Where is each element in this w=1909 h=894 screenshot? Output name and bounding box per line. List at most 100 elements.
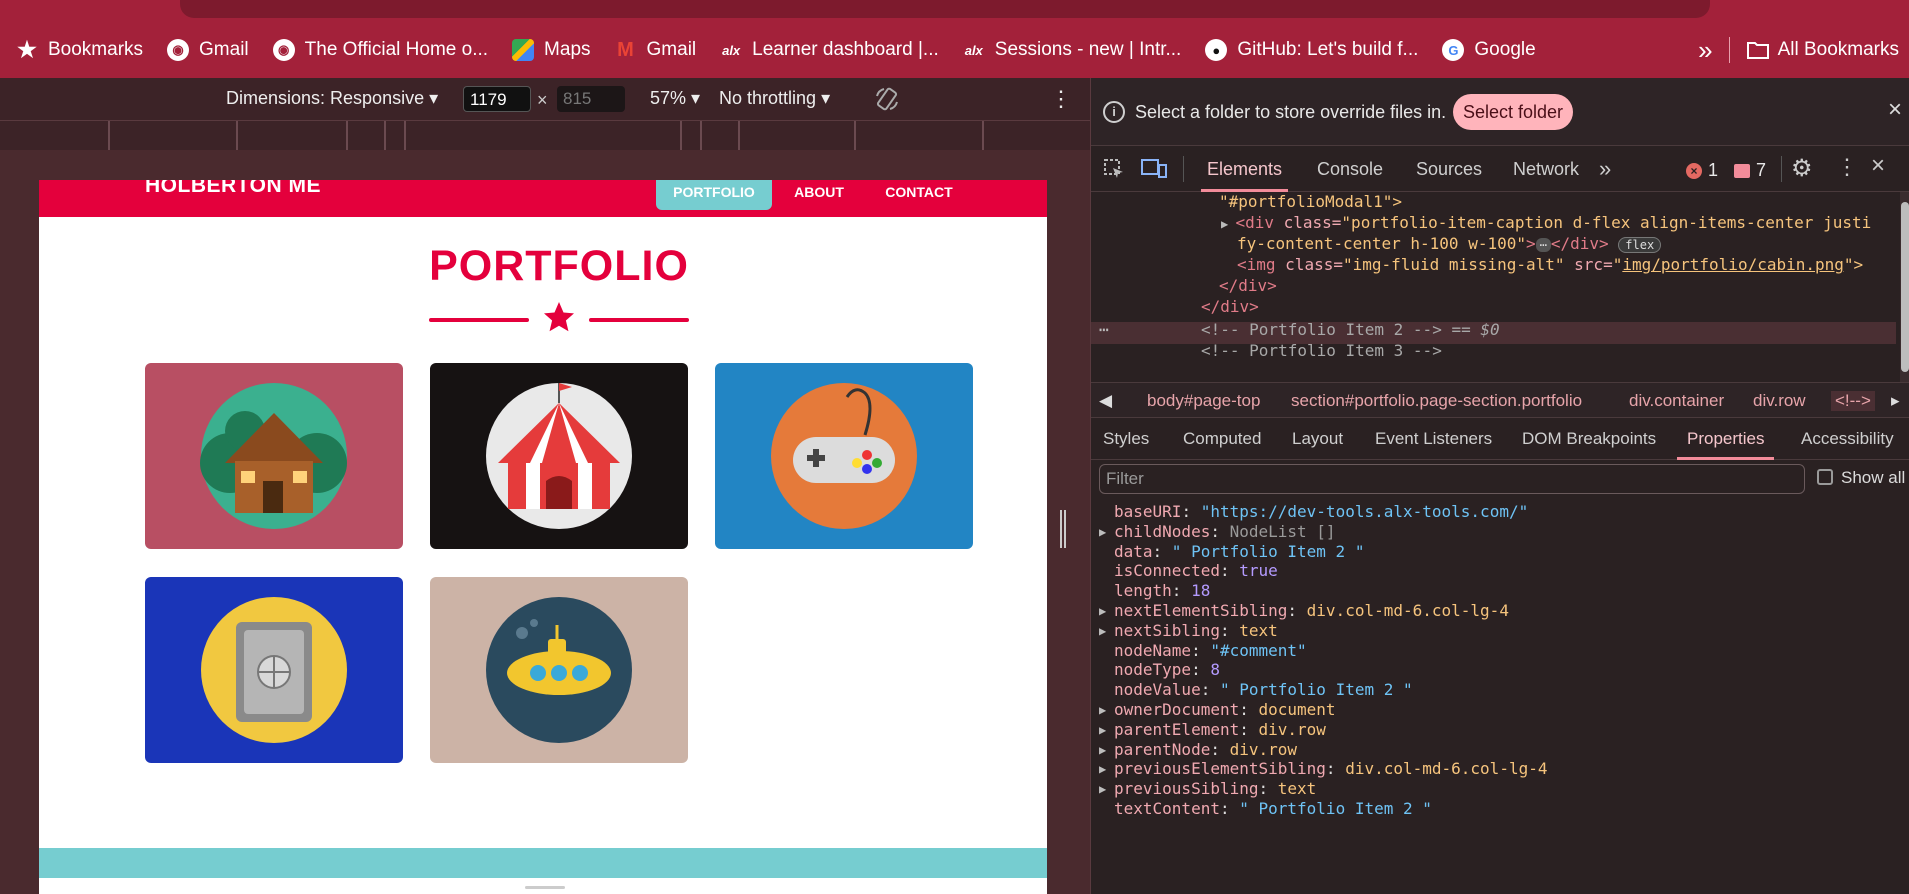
bookmark-official-home[interactable]: ◉ The Official Home o... <box>261 22 500 78</box>
close-icon[interactable]: × <box>1888 96 1902 124</box>
property-colon: : <box>1171 581 1192 601</box>
dom-line-more-icon[interactable]: ⋯ <box>1099 320 1109 339</box>
portfolio-item-game[interactable] <box>715 363 973 549</box>
tab-sources[interactable]: Sources <box>1416 146 1482 192</box>
devtools-more-options-icon[interactable]: ⋮ <box>1836 154 1858 180</box>
dom-line[interactable]: fy-content-center h-100 w-100"> ⋯ </div> f… <box>1237 234 1662 253</box>
breadcrumb-item[interactable]: body#page-top <box>1147 391 1260 411</box>
dom-line[interactable]: ▶ <div class="portfolio-item-caption d-f… <box>1221 213 1871 232</box>
zoom-dropdown[interactable]: 57% ▾ <box>650 88 700 109</box>
expand-triangle-icon[interactable]: ▶ <box>1099 743 1106 757</box>
devtools-panel: i Select a folder to store override file… <box>1090 78 1909 894</box>
github-icon: ● <box>1205 39 1228 61</box>
viewport-width-resize-handle[interactable] <box>1060 510 1066 548</box>
scrollbar-thumb[interactable] <box>1901 202 1909 372</box>
dom-line[interactable]: <img class="img-fluid missing-alt" src="… <box>1237 255 1863 274</box>
error-counter[interactable]: × 1 <box>1686 160 1718 181</box>
properties-filter-input[interactable]: Filter <box>1099 464 1805 494</box>
inspect-element-icon[interactable] <box>1103 158 1125 180</box>
expand-triangle-icon[interactable]: ▶ <box>1099 782 1106 796</box>
ellipsis-badge[interactable]: ⋯ <box>1535 238 1551 252</box>
bookmark-learner-dashboard[interactable]: alx Learner dashboard |... <box>708 22 951 78</box>
device-toggle-icon[interactable] <box>1141 158 1167 180</box>
tab-styles[interactable]: Styles <box>1103 418 1149 460</box>
property-key: nodeType <box>1114 660 1192 680</box>
site-brand[interactable]: HOLBERTON ME <box>145 180 321 198</box>
dom-line[interactable]: <!-- Portfolio Item 3 --> <box>1201 341 1442 360</box>
expand-triangle-icon[interactable]: ▶ <box>1099 624 1106 638</box>
bookmark-google[interactable]: G Google <box>1430 22 1547 78</box>
expand-triangle-icon[interactable]: ▶ <box>1221 217 1235 231</box>
height-input[interactable]: 815 <box>557 86 625 112</box>
tab-network[interactable]: Network <box>1513 146 1579 192</box>
property-key: baseURI <box>1114 502 1182 521</box>
more-tabs-button[interactable]: » <box>1599 146 1611 192</box>
breadcrumb-right-arrow[interactable]: ▸ <box>1891 391 1900 411</box>
devtools-close-icon[interactable]: × <box>1871 152 1885 180</box>
address-bar[interactable] <box>180 0 1710 18</box>
tab-properties[interactable]: Properties <box>1677 418 1775 460</box>
bookmark-sessions[interactable]: alx Sessions - new | Intr... <box>951 22 1194 78</box>
more-options-icon[interactable]: ⋮ <box>1050 86 1072 112</box>
property-entry: textContent: " Portfolio Item 2 " <box>1114 799 1432 818</box>
expand-triangle-icon[interactable]: ▶ <box>1099 762 1106 776</box>
property-value: " Portfolio Item 2 " <box>1219 680 1413 700</box>
tab-dom-breakpoints[interactable]: DOM Breakpoints <box>1522 418 1656 460</box>
bookmarks-overflow-button[interactable]: » <box>1698 35 1712 66</box>
breadcrumb-left-arrow[interactable]: ◀ <box>1099 391 1112 411</box>
dimensions-dropdown[interactable]: Dimensions: Responsive ▾ <box>226 88 438 109</box>
tab-layout[interactable]: Layout <box>1292 418 1343 460</box>
viewport-height-resize-handle[interactable] <box>525 886 565 889</box>
portfolio-item-cabin[interactable] <box>145 363 403 549</box>
dom-tree-scrollbar[interactable] <box>1900 192 1909 392</box>
bookmarks-bar-right: » All Bookmarks <box>1698 22 1899 78</box>
bookmark-github[interactable]: ● GitHub: Let's build f... <box>1193 22 1430 78</box>
message-counter[interactable]: 7 <box>1734 160 1766 181</box>
breadcrumb-item[interactable]: div.container <box>1629 391 1724 411</box>
submarine-icon <box>486 597 632 743</box>
tab-computed[interactable]: Computed <box>1183 418 1261 460</box>
nav-link-contact[interactable]: CONTACT <box>879 180 959 217</box>
dom-line[interactable]: </div> <box>1201 297 1259 316</box>
tab-event-listeners[interactable]: Event Listeners <box>1375 418 1492 460</box>
rotate-icon[interactable] <box>874 86 900 112</box>
flex-badge[interactable]: flex <box>1618 237 1662 253</box>
show-all-checkbox[interactable]: Show all <box>1817 468 1905 488</box>
bookmark-gmail-2[interactable]: M Gmail <box>603 22 709 78</box>
nav-link-portfolio[interactable]: PORTFOLIO <box>656 180 772 210</box>
expand-triangle-icon[interactable]: ▶ <box>1099 703 1106 717</box>
select-folder-button[interactable]: Select folder <box>1453 94 1574 130</box>
nav-link-about[interactable]: ABOUT <box>789 180 849 217</box>
elements-dom-tree: "#portfolioModal1"> ▶ <div class="portfo… <box>1091 192 1909 392</box>
breadcrumb-item[interactable]: section#portfolio.page-section.portfolio <box>1291 391 1582 411</box>
times-glyph: × <box>537 90 548 110</box>
settings-gear-icon[interactable]: ⚙ <box>1791 154 1813 183</box>
dom-line[interactable]: </div> <box>1219 276 1277 295</box>
tab-accessibility[interactable]: Accessibility <box>1801 418 1894 460</box>
dom-line-selected[interactable]: <!-- Portfolio Item 2 --> == $0 <box>1201 320 1500 339</box>
expand-triangle-icon[interactable]: ▶ <box>1099 604 1106 618</box>
dom-line[interactable]: "#portfolioModal1"> <box>1219 192 1402 211</box>
breadcrumb-item[interactable]: div.row <box>1753 391 1806 411</box>
google-maps-icon <box>512 39 535 61</box>
bookmark-bookmarks[interactable]: ★ Bookmarks <box>0 22 155 78</box>
bookmark-maps[interactable]: Maps <box>500 22 602 78</box>
dom-attr-value: fy-content-center h-100 w-100" <box>1237 234 1526 253</box>
src-link[interactable]: img/portfolio/cabin.png <box>1622 255 1844 274</box>
portfolio-item-circus[interactable] <box>430 363 688 549</box>
bookmark-label: GitHub: Let's build f... <box>1237 39 1419 60</box>
all-bookmarks-button[interactable]: All Bookmarks <box>1746 39 1899 61</box>
expand-triangle-icon[interactable]: ▶ <box>1099 723 1106 737</box>
tab-console[interactable]: Console <box>1317 146 1383 192</box>
portfolio-item-submarine[interactable] <box>430 577 688 763</box>
property-entry: childNodes: NodeList [] <box>1114 522 1336 541</box>
width-input[interactable]: 1179 <box>463 86 531 112</box>
property-colon: : <box>1210 521 1230 541</box>
throttling-dropdown[interactable]: No throttling ▾ <box>719 88 830 109</box>
tab-elements[interactable]: Elements <box>1201 146 1289 192</box>
expand-triangle-icon[interactable]: ▶ <box>1099 525 1106 539</box>
bookmark-gmail-1[interactable]: ◉ Gmail <box>155 22 261 78</box>
portfolio-item-safe[interactable] <box>145 577 403 763</box>
dom-attr-value: "img-fluid missing-alt" <box>1342 255 1565 274</box>
breadcrumb-item-selected[interactable]: <!--> <box>1831 391 1875 411</box>
